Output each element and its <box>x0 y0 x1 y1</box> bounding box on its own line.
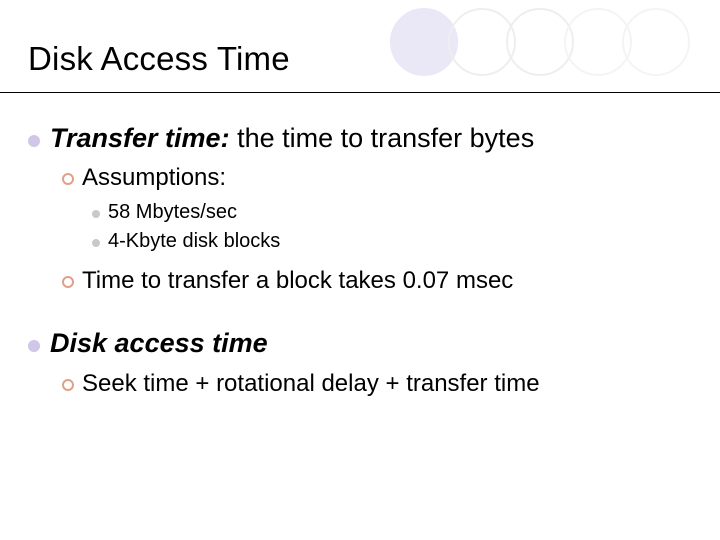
bullet-text: Transfer time: the time to transfer byte… <box>50 120 534 156</box>
bullet-smalldot-icon <box>92 239 100 247</box>
bullet-level2: Seek time + rotational delay + transfer … <box>62 368 692 400</box>
title-divider <box>0 92 720 93</box>
slide-title: Disk Access Time <box>28 40 290 78</box>
bullet-text: Seek time + rotational delay + transfer … <box>82 368 540 400</box>
slide-body: Transfer time: the time to transfer byte… <box>28 120 692 428</box>
bullet-level3-group: 58 Mbytes/sec 4-Kbyte disk blocks <box>92 199 692 255</box>
bullet-ring-icon <box>62 379 74 391</box>
circle-icon <box>622 8 690 76</box>
bullet-text: Time to transfer a block takes 0.07 msec <box>82 265 513 297</box>
bullet-level2-group: Assumptions: 58 Mbytes/sec 4-Kbyte disk … <box>62 162 692 297</box>
bullet-text: 4-Kbyte disk blocks <box>108 228 280 255</box>
bullet-level2: Assumptions: <box>62 162 692 194</box>
bullet-level1: Transfer time: the time to transfer byte… <box>28 120 692 297</box>
bullet-level1: Disk access time Seek time + rotational … <box>28 325 692 400</box>
bullet-dot-icon <box>28 340 40 352</box>
bullet-level2-group: Seek time + rotational delay + transfer … <box>62 368 692 400</box>
bullet-text: 58 Mbytes/sec <box>108 199 237 226</box>
bullet-smalldot-icon <box>92 210 100 218</box>
decorative-circles <box>400 8 690 76</box>
bullet-level2: Time to transfer a block takes 0.07 msec <box>62 265 692 297</box>
bullet-text: Assumptions: <box>82 162 226 194</box>
bullet-level3: 4-Kbyte disk blocks <box>92 228 692 255</box>
bullet-level3: 58 Mbytes/sec <box>92 199 692 226</box>
bullet-ring-icon <box>62 276 74 288</box>
bullet-dot-icon <box>28 135 40 147</box>
bullet-text: Disk access time <box>50 325 268 361</box>
bullet-ring-icon <box>62 173 74 185</box>
